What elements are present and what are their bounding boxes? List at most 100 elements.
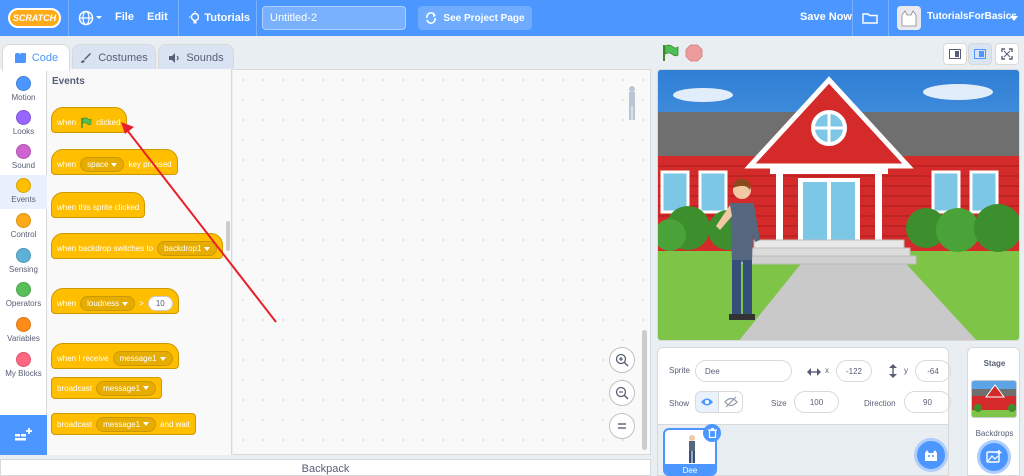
dropdown-value: message1 xyxy=(103,419,141,429)
refresh-icon xyxy=(426,12,437,24)
direction-input[interactable]: 90 xyxy=(904,391,951,413)
stop-button[interactable] xyxy=(685,44,703,62)
palette-scrollbar[interactable] xyxy=(226,221,230,251)
block-text: key pressed xyxy=(128,160,172,169)
category-variables[interactable]: Variables xyxy=(0,314,47,348)
key-dropdown[interactable]: space xyxy=(80,157,125,172)
message-dropdown[interactable]: message1 xyxy=(96,416,157,432)
tab-sounds[interactable]: Sounds xyxy=(158,44,234,70)
normal-stage-button[interactable] xyxy=(968,43,992,65)
when-flag-clicked-block[interactable]: when clicked xyxy=(51,107,127,133)
zoom-in-icon xyxy=(615,353,629,367)
zoom-out-button[interactable] xyxy=(609,380,635,406)
tutorials-button[interactable]: Tutorials xyxy=(188,10,250,26)
tab-code[interactable]: Code xyxy=(2,44,70,71)
x-label: x xyxy=(825,366,829,375)
vertical-arrows-icon xyxy=(889,364,897,378)
see-project-page-button[interactable]: See Project Page xyxy=(418,6,532,30)
category-label: Variables xyxy=(7,334,40,343)
green-flag-icon xyxy=(663,44,679,61)
show-sprite-button[interactable] xyxy=(695,391,719,413)
category-label: Sensing xyxy=(9,265,38,274)
broadcast-and-wait-block[interactable]: broadcast message1 and wait xyxy=(51,413,196,435)
add-extension-button[interactable] xyxy=(0,415,47,455)
when-i-receive-block[interactable]: when I receive message1 xyxy=(51,343,179,369)
delete-sprite-button[interactable] xyxy=(703,424,721,442)
zoom-in-button[interactable] xyxy=(609,347,635,373)
dee-thumbnail-icon xyxy=(689,435,695,463)
sprite-info-panel: Sprite Dee x -122 y -64 Show Size 100 Di… xyxy=(657,347,951,425)
when-sprite-clicked-block[interactable]: when this sprite clicked xyxy=(51,192,146,218)
backdrop-dropdown[interactable]: backdrop1 xyxy=(157,241,218,256)
broadcast-block[interactable]: broadcast message1 xyxy=(51,377,163,399)
backpack[interactable]: Backpack xyxy=(0,459,651,476)
caret-down-icon xyxy=(122,301,129,306)
choose-backdrop-button[interactable] xyxy=(977,440,1011,474)
see-project-page-label: See Project Page xyxy=(443,12,525,24)
globe-icon xyxy=(78,10,102,26)
file-menu[interactable]: File xyxy=(115,11,134,23)
avatar[interactable] xyxy=(897,6,921,30)
sprite-ghost-thumbnail xyxy=(625,84,639,122)
block-text: broadcast xyxy=(57,383,93,393)
project-title-input[interactable] xyxy=(262,6,406,30)
add-extension-icon xyxy=(14,428,32,441)
block-text: when backdrop switches to xyxy=(57,244,154,253)
loudness-dropdown[interactable]: loudness xyxy=(80,296,136,311)
eye-slash-icon xyxy=(723,396,738,408)
my-stuff-button[interactable] xyxy=(862,10,878,26)
caret-down-icon xyxy=(143,386,150,390)
show-label: Show xyxy=(669,399,690,408)
loudness-value-input[interactable]: 10 xyxy=(147,296,173,311)
category-operators[interactable]: Operators xyxy=(0,279,47,313)
when-key-pressed-block[interactable]: when space key pressed xyxy=(51,149,178,175)
category-motion[interactable]: Motion xyxy=(0,73,47,107)
palette-section-title: Events xyxy=(52,76,85,87)
caret-down-icon xyxy=(111,162,118,167)
block-text: broadcast xyxy=(57,419,93,429)
chevron-down-icon[interactable] xyxy=(1010,16,1018,21)
fullscreen-button[interactable] xyxy=(995,43,1019,65)
category-looks[interactable]: Looks xyxy=(0,107,47,141)
stage-selector[interactable]: Stage Backdrops xyxy=(967,347,1020,476)
category-control[interactable]: Control xyxy=(0,210,47,244)
dropdown-value: loudness xyxy=(87,299,120,308)
category-sensing[interactable]: Sensing xyxy=(0,245,47,279)
small-stage-button[interactable] xyxy=(943,43,967,65)
category-my-blocks[interactable]: My Blocks xyxy=(0,349,47,383)
stage-canvas[interactable] xyxy=(657,69,1020,341)
category-events[interactable]: Events xyxy=(0,175,47,209)
size-input[interactable]: 100 xyxy=(794,391,839,413)
tab-costumes[interactable]: Costumes xyxy=(72,44,156,70)
category-sound[interactable]: Sound xyxy=(0,141,47,175)
variables-dot-icon xyxy=(16,317,31,332)
caret-down-icon xyxy=(143,422,150,426)
category-label: Operators xyxy=(5,299,42,308)
my-blocks-dot-icon xyxy=(16,352,31,367)
speaker-icon xyxy=(169,52,179,63)
green-flag-button[interactable] xyxy=(660,43,680,63)
zoom-reset-button[interactable] xyxy=(609,413,635,439)
scratch-logo[interactable]: SCRATCH xyxy=(8,8,61,28)
username[interactable]: TutorialsForBasics xyxy=(927,11,1017,22)
when-loudness-block[interactable]: when loudness > 10 xyxy=(51,288,179,314)
category-label: Control xyxy=(10,230,37,239)
sound-dot-icon xyxy=(16,144,31,159)
category-menu: Motion Looks Sound Events Control Sensin… xyxy=(0,69,47,415)
normal-stage-icon xyxy=(974,49,986,59)
message-dropdown[interactable]: message1 xyxy=(112,351,173,366)
sprite-name-input[interactable]: Dee xyxy=(695,360,792,382)
x-position-input[interactable]: -122 xyxy=(836,360,872,382)
code-workspace[interactable] xyxy=(233,69,651,455)
language-menu[interactable] xyxy=(78,10,104,26)
choose-sprite-button[interactable] xyxy=(914,438,948,472)
message-dropdown[interactable]: message1 xyxy=(96,380,157,396)
save-now-button[interactable]: Save Now xyxy=(800,11,852,23)
menu-separator xyxy=(178,0,179,36)
y-position-input[interactable]: -64 xyxy=(915,360,951,382)
sensing-dot-icon xyxy=(16,248,31,263)
workspace-scrollbar[interactable] xyxy=(642,330,647,450)
edit-menu[interactable]: Edit xyxy=(147,11,168,23)
hide-sprite-button[interactable] xyxy=(719,391,743,413)
when-backdrop-switches-block[interactable]: when backdrop switches to backdrop1 xyxy=(51,233,224,259)
